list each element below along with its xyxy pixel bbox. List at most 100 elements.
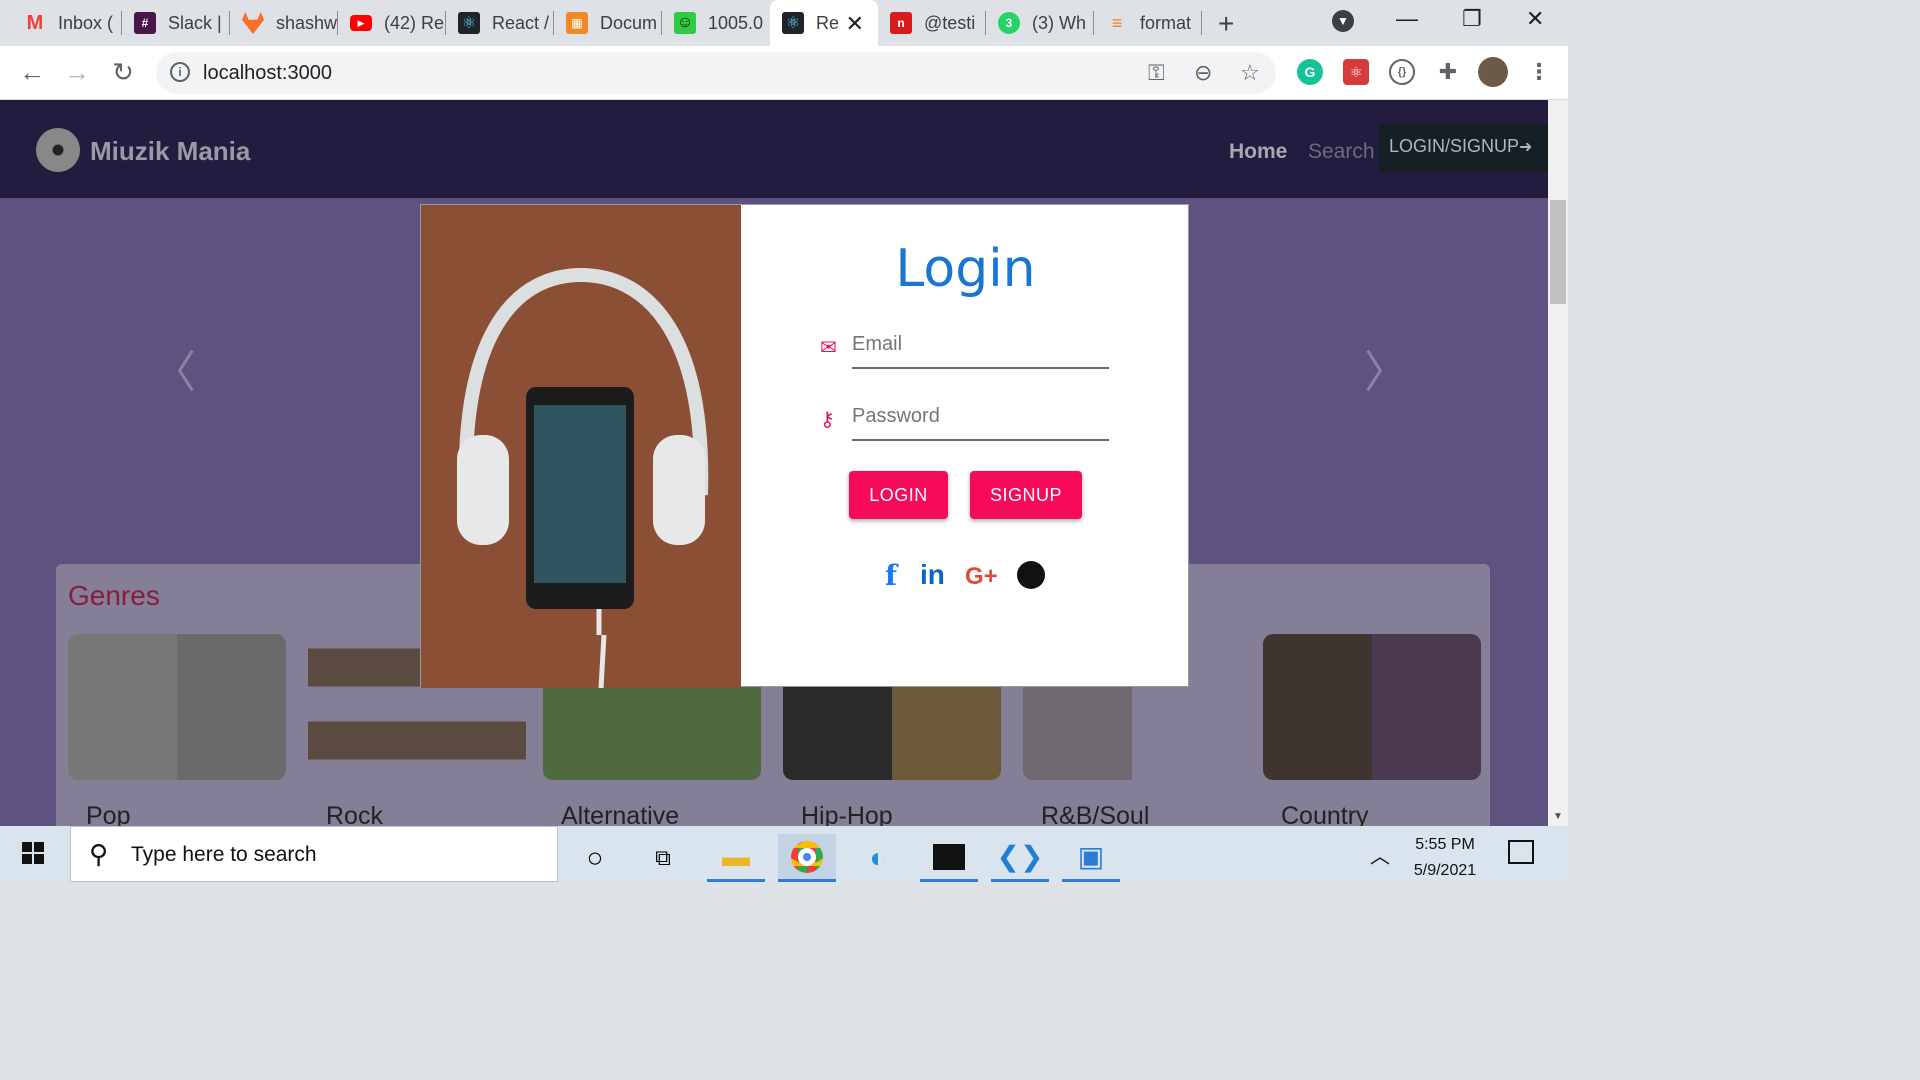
back-icon[interactable]: ← [16,56,48,88]
carousel-next-icon[interactable]: 〉 [1364,336,1408,400]
login-signup-button[interactable]: LOGIN/SIGNUP➜ [1379,124,1548,172]
tab-react-docs[interactable]: ⚛ React / [446,0,554,46]
tab-gmail[interactable]: M Inbox ( [12,0,122,46]
tab-whatsapp[interactable]: 3 (3) Wh [986,0,1094,46]
password-input[interactable] [852,405,1109,428]
zoom-icon[interactable]: ⊖ [1194,60,1212,86]
tab-label: shashw [276,12,338,33]
browser-toolbar: ← → ↻ i localhost:3000 ⚿ ⊖ ☆ G ⚛ {} ✚ ⋮ [0,46,1568,100]
genre-image [1263,634,1481,780]
tab-testing[interactable]: n @testi [878,0,986,46]
minimize-icon[interactable]: — [1396,6,1418,32]
restore-icon[interactable]: ❐ [1462,6,1482,32]
extensions-puzzle-icon[interactable]: ✚ [1435,59,1461,85]
tab-label: 1005.0 [708,12,764,33]
whatsapp-icon: 3 [998,12,1020,34]
login-signup-label: LOGIN/SIGNUP [1389,136,1520,156]
tab-label: @testi [924,12,976,33]
task-view-icon[interactable]: ⧉ [634,834,692,882]
tab-docusaurus[interactable]: ▦ Docum [554,0,662,46]
react-icon: ⚛ [782,12,804,34]
address-bar[interactable]: i localhost:3000 ⚿ ⊖ ☆ [156,52,1276,94]
show-hidden-icons-icon[interactable]: ︿ [1370,840,1390,869]
vscode-icon[interactable]: ❮❯ [991,834,1049,882]
envelope-icon: ✉ [820,337,837,359]
genre-name: Alternative [561,802,680,826]
photos-icon[interactable]: ▣ [1062,834,1120,882]
nav-search-link[interactable]: Search [1308,140,1375,164]
login-button[interactable]: LOGIN [849,471,948,519]
tab-active-react-app[interactable]: ⚛ Re ✕ [770,0,878,46]
tab-label: (3) Wh [1032,12,1086,33]
cortana-icon[interactable]: ○ [566,834,624,882]
sign-in-icon: ➜ [1519,139,1533,156]
login-title: Login [895,239,1036,299]
chrome-icon[interactable] [778,834,836,882]
carousel-prev-icon[interactable]: 〈 [152,336,196,400]
tab-label: Inbox ( [58,12,114,33]
tab-1005[interactable]: ☺ 1005.0 [662,0,770,46]
email-field[interactable]: ✉ [820,329,1109,369]
key-icon[interactable]: ⚿ [1148,60,1165,86]
clock-time: 5:55 PM [1415,836,1475,853]
tab-search-icon[interactable]: ▼ [1332,10,1354,32]
site-info-icon[interactable]: i [170,62,190,82]
new-tab-icon[interactable]: + [1218,8,1234,40]
headphones-phone-image [421,205,741,688]
forward-icon[interactable]: → [61,56,93,88]
windows-start-icon[interactable] [22,842,44,864]
page-scrollbar[interactable]: ▼ [1548,100,1568,826]
email-input[interactable] [852,333,1109,356]
profile-avatar[interactable] [1478,57,1508,87]
react-icon: ⚛ [458,12,480,34]
genre-name: Rock [326,802,383,826]
n-icon: n [890,12,912,34]
close-window-icon[interactable]: ✕ [1526,6,1544,32]
genre-image [68,634,286,780]
close-tab-icon[interactable]: ✕ [846,11,864,37]
react-devtools-icon[interactable]: ⚛ [1343,59,1369,85]
json-viewer-icon[interactable]: {} [1389,59,1415,85]
slack-icon: # [134,12,156,34]
tab-youtube[interactable]: ▶ (42) Re [338,0,446,46]
taskbar-clock[interactable]: 5:55 PM 5/9/2021 [1404,832,1486,884]
password-field[interactable]: ⚷ [820,401,1109,441]
tab-label: React / [492,12,550,33]
github-icon[interactable] [1017,561,1045,589]
reload-icon[interactable]: ↻ [107,56,139,88]
gitlab-icon [242,12,264,34]
facebook-icon[interactable]: f [885,559,897,592]
terminal-icon[interactable] [920,834,978,882]
url-text[interactable]: localhost:3000 [203,62,332,85]
google-plus-icon[interactable]: G+ [965,563,998,591]
windows-taskbar: ⚲ Type here to search ○ ⧉ ▬ ◐ ❮❯ ▣ ︿ 5:5… [0,826,1568,882]
nav-home-link[interactable]: Home [1229,140,1287,164]
grammarly-icon[interactable]: G [1297,59,1323,85]
file-explorer-icon[interactable]: ▬ [707,834,765,882]
bookmark-star-icon[interactable]: ☆ [1240,60,1260,86]
tab-gitlab[interactable]: shashw [230,0,338,46]
taskbar-search-box[interactable]: ⚲ Type here to search [70,826,558,882]
clock-date: 5/9/2021 [1413,862,1477,879]
chrome-menu-icon[interactable]: ⋮ [1526,59,1552,85]
scrollbar-thumb[interactable] [1550,200,1566,304]
gmail-icon: M [26,11,44,34]
genre-name: Hip-Hop [801,802,893,826]
genres-title: Genres [68,580,160,611]
stackoverflow-icon: ≡ [1111,12,1123,33]
genre-name: R&B/Soul [1041,802,1150,826]
youtube-icon: ▶ [350,15,372,31]
scroll-down-icon[interactable]: ▼ [1553,811,1563,822]
tab-stackoverflow[interactable]: ≡ format [1094,0,1202,46]
genre-name: Country [1281,802,1369,826]
signup-button[interactable]: SIGNUP [970,471,1082,519]
key-icon: ⚷ [820,409,835,431]
tab-slack[interactable]: # Slack | [122,0,230,46]
notifications-icon[interactable] [1508,840,1534,864]
search-icon: ⚲ [89,839,109,869]
linkedin-icon[interactable]: in [920,559,945,591]
edge-icon[interactable]: ◐ [849,834,907,882]
logo-icon[interactable] [36,128,80,172]
docusaurus-icon: ▦ [566,12,588,34]
brand-name[interactable]: Miuzik Mania [90,136,250,167]
